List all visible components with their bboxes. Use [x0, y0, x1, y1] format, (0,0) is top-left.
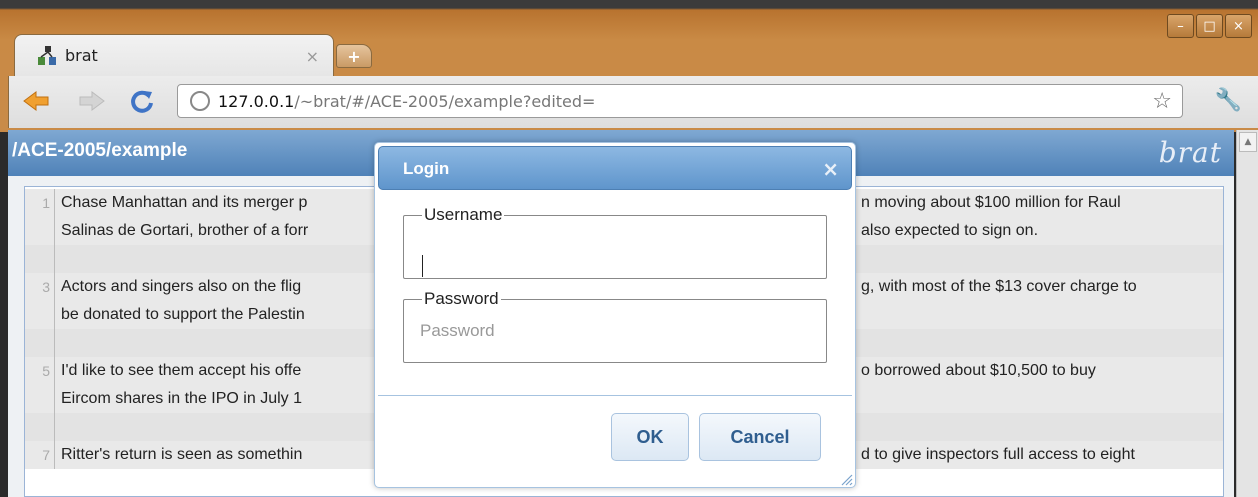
password-label: Password [424, 289, 499, 308]
address-bar[interactable]: 127.0.0.1/~brat/#/ACE-2005/example?edite… [177, 84, 1183, 118]
window-controls: – □ × [1167, 14, 1252, 38]
line-number [25, 385, 55, 413]
globe-icon [190, 91, 210, 111]
ok-button[interactable]: OK [611, 413, 689, 461]
line-text[interactable]: Chase Manhattan and its merger p [55, 189, 307, 217]
url-text: 127.0.0.1/~brat/#/ACE-2005/example?edite… [218, 92, 595, 111]
password-fieldset: Password [403, 289, 827, 363]
password-input[interactable] [420, 321, 810, 341]
brat-favicon-icon [37, 45, 59, 67]
document-path[interactable]: /ACE-2005/example [12, 140, 187, 162]
line-number: 7 [25, 441, 55, 469]
line-number [25, 413, 55, 441]
url-host: 127.0.0.1 [218, 91, 295, 111]
username-fieldset: Username [403, 205, 827, 279]
line-text-right[interactable]: g, with most of the $13 cover charge to [855, 273, 1137, 301]
username-label: Username [424, 205, 503, 224]
scroll-up-icon[interactable]: ▲ [1239, 132, 1257, 152]
new-tab-button[interactable]: + [336, 44, 372, 68]
dialog-separator [378, 395, 852, 396]
line-number: 5 [25, 357, 55, 385]
line-number [25, 329, 55, 357]
line-text-right[interactable]: also expected to sign on. [855, 217, 1038, 245]
browser-tab[interactable]: brat × [14, 34, 334, 76]
tab-title: brat [65, 46, 98, 65]
line-text[interactable]: Ritter's return is seen as somethin [55, 441, 302, 469]
line-number [25, 245, 55, 273]
wrench-icon[interactable]: 🔧 [1215, 88, 1242, 113]
dialog-titlebar[interactable]: Login × [378, 146, 852, 190]
browser-toolbar: 127.0.0.1/~brat/#/ACE-2005/example?edite… [8, 76, 1258, 128]
login-dialog: Login × Username Password OK Cancel [374, 142, 856, 488]
brat-logo: brat [1158, 136, 1222, 169]
tab-close-icon[interactable]: × [306, 47, 319, 66]
back-arrow-icon[interactable] [21, 88, 51, 114]
line-text[interactable]: Actors and singers also on the flig [55, 273, 301, 301]
line-text[interactable]: be donated to support the Palestin [55, 301, 305, 329]
line-text-right[interactable]: d to give inspectors full access to eigh… [855, 441, 1135, 469]
line-text[interactable]: I'd like to see them accept his offe [55, 357, 301, 385]
resize-grip-icon[interactable] [839, 471, 853, 486]
dialog-title: Login [403, 159, 450, 178]
line-number [25, 301, 55, 329]
line-number: 1 [25, 189, 55, 217]
bookmark-star-icon[interactable]: ☆ [1152, 89, 1172, 114]
maximize-button[interactable]: □ [1196, 14, 1223, 38]
line-text[interactable]: Eircom shares in the IPO in July 1 [55, 385, 302, 413]
url-path: /~brat/#/ACE-2005/example?edited= [294, 91, 596, 111]
line-text-right[interactable]: n moving about $100 million for Raul [855, 189, 1121, 217]
username-input[interactable] [420, 237, 810, 257]
vertical-scrollbar[interactable]: ▲ [1236, 130, 1258, 497]
line-text-right[interactable]: o borrowed about $10,500 to buy [855, 357, 1096, 385]
reload-icon[interactable] [127, 88, 157, 114]
text-caret [422, 255, 423, 277]
line-text[interactable]: Salinas de Gortari, brother of a forr [55, 217, 308, 245]
close-window-button[interactable]: × [1225, 14, 1252, 38]
dialog-close-icon[interactable]: × [822, 157, 839, 181]
line-number: 3 [25, 273, 55, 301]
cancel-button[interactable]: Cancel [699, 413, 821, 461]
line-number [25, 217, 55, 245]
forward-arrow-icon[interactable] [77, 88, 107, 114]
minimize-button[interactable]: – [1167, 14, 1194, 38]
